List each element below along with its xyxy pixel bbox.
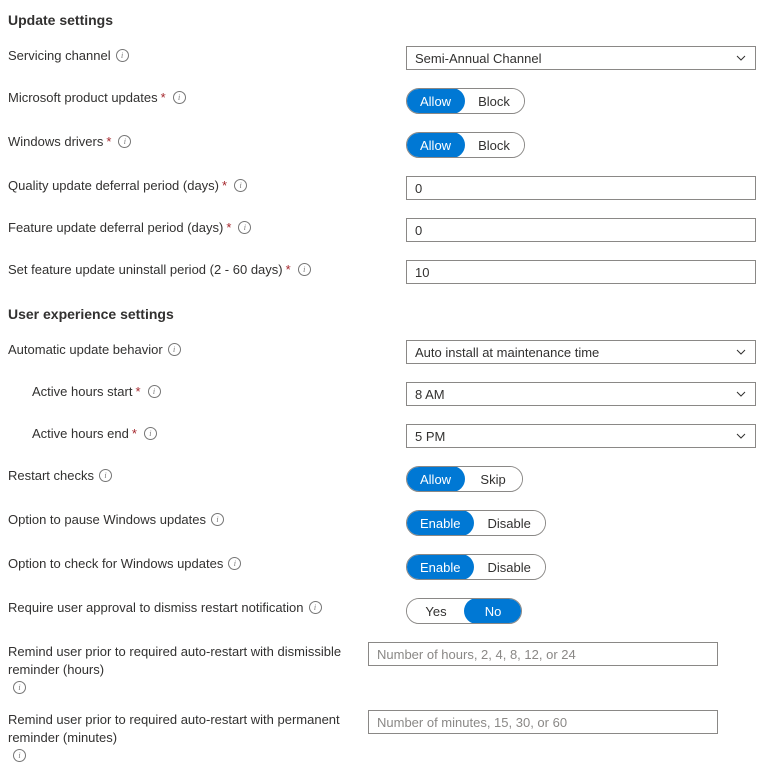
pause-updates-label: Option to pause Windows updates	[8, 511, 206, 529]
toggle-option-no[interactable]: No	[464, 598, 522, 624]
chevron-down-icon	[735, 430, 747, 442]
quality-deferral-label: Quality update deferral period (days)	[8, 177, 219, 195]
servicing-channel-value: Semi-Annual Channel	[415, 51, 541, 66]
required-marker: *	[226, 219, 231, 237]
active-hours-start-value: 8 AM	[415, 387, 445, 402]
windows-drivers-label: Windows drivers	[8, 133, 103, 151]
info-icon[interactable]: i	[238, 221, 251, 234]
auto-update-behavior-value: Auto install at maintenance time	[415, 345, 599, 360]
ms-product-updates-toggle[interactable]: Allow Block	[406, 88, 525, 114]
info-icon[interactable]: i	[13, 681, 26, 694]
active-hours-end-value: 5 PM	[415, 429, 445, 444]
remind-minutes-input[interactable]	[368, 710, 718, 734]
section-heading-update-settings: Update settings	[8, 12, 775, 28]
info-icon[interactable]: i	[228, 557, 241, 570]
info-icon[interactable]: i	[309, 601, 322, 614]
restart-checks-toggle[interactable]: Allow Skip	[406, 466, 523, 492]
toggle-option-block[interactable]: Block	[464, 89, 524, 113]
auto-update-behavior-label: Automatic update behavior	[8, 341, 163, 359]
info-icon[interactable]: i	[168, 343, 181, 356]
info-icon[interactable]: i	[116, 49, 129, 62]
quality-deferral-input[interactable]	[406, 176, 756, 200]
info-icon[interactable]: i	[148, 385, 161, 398]
required-marker: *	[132, 425, 137, 443]
check-updates-label: Option to check for Windows updates	[8, 555, 223, 573]
required-marker: *	[161, 89, 166, 107]
require-approval-toggle[interactable]: Yes No	[406, 598, 522, 624]
active-hours-end-label: Active hours end	[32, 425, 129, 443]
active-hours-start-select[interactable]: 8 AM	[406, 382, 756, 406]
required-marker: *	[135, 383, 140, 401]
check-updates-toggle[interactable]: Enable Disable	[406, 554, 546, 580]
toggle-option-allow[interactable]: Allow	[406, 88, 465, 114]
feature-deferral-label: Feature update deferral period (days)	[8, 219, 223, 237]
info-icon[interactable]: i	[211, 513, 224, 526]
section-heading-user-experience: User experience settings	[8, 306, 775, 322]
required-marker: *	[222, 177, 227, 195]
active-hours-start-label: Active hours start	[32, 383, 132, 401]
toggle-option-enable[interactable]: Enable	[406, 554, 474, 580]
chevron-down-icon	[735, 388, 747, 400]
info-icon[interactable]: i	[118, 135, 131, 148]
toggle-option-disable[interactable]: Disable	[473, 555, 544, 579]
info-icon[interactable]: i	[298, 263, 311, 276]
toggle-option-disable[interactable]: Disable	[473, 511, 544, 535]
toggle-option-yes[interactable]: Yes	[407, 599, 465, 623]
toggle-option-enable[interactable]: Enable	[406, 510, 474, 536]
chevron-down-icon	[735, 52, 747, 64]
remind-minutes-label: Remind user prior to required auto-resta…	[8, 711, 368, 747]
uninstall-period-label: Set feature update uninstall period (2 -…	[8, 261, 283, 279]
info-icon[interactable]: i	[173, 91, 186, 104]
chevron-down-icon	[735, 346, 747, 358]
info-icon[interactable]: i	[13, 749, 26, 762]
servicing-channel-select[interactable]: Semi-Annual Channel	[406, 46, 756, 70]
pause-updates-toggle[interactable]: Enable Disable	[406, 510, 546, 536]
feature-deferral-input[interactable]	[406, 218, 756, 242]
info-icon[interactable]: i	[144, 427, 157, 440]
active-hours-end-select[interactable]: 5 PM	[406, 424, 756, 448]
servicing-channel-label: Servicing channel	[8, 47, 111, 65]
remind-hours-label: Remind user prior to required auto-resta…	[8, 643, 368, 679]
uninstall-period-input[interactable]	[406, 260, 756, 284]
toggle-option-allow[interactable]: Allow	[406, 466, 465, 492]
required-marker: *	[106, 133, 111, 151]
require-approval-label: Require user approval to dismiss restart…	[8, 599, 304, 617]
required-marker: *	[286, 261, 291, 279]
info-icon[interactable]: i	[234, 179, 247, 192]
ms-product-updates-label: Microsoft product updates	[8, 89, 158, 107]
toggle-option-block[interactable]: Block	[464, 133, 524, 157]
restart-checks-label: Restart checks	[8, 467, 94, 485]
toggle-option-allow[interactable]: Allow	[406, 132, 465, 158]
windows-drivers-toggle[interactable]: Allow Block	[406, 132, 525, 158]
info-icon[interactable]: i	[99, 469, 112, 482]
auto-update-behavior-select[interactable]: Auto install at maintenance time	[406, 340, 756, 364]
toggle-option-skip[interactable]: Skip	[464, 467, 522, 491]
remind-hours-input[interactable]	[368, 642, 718, 666]
